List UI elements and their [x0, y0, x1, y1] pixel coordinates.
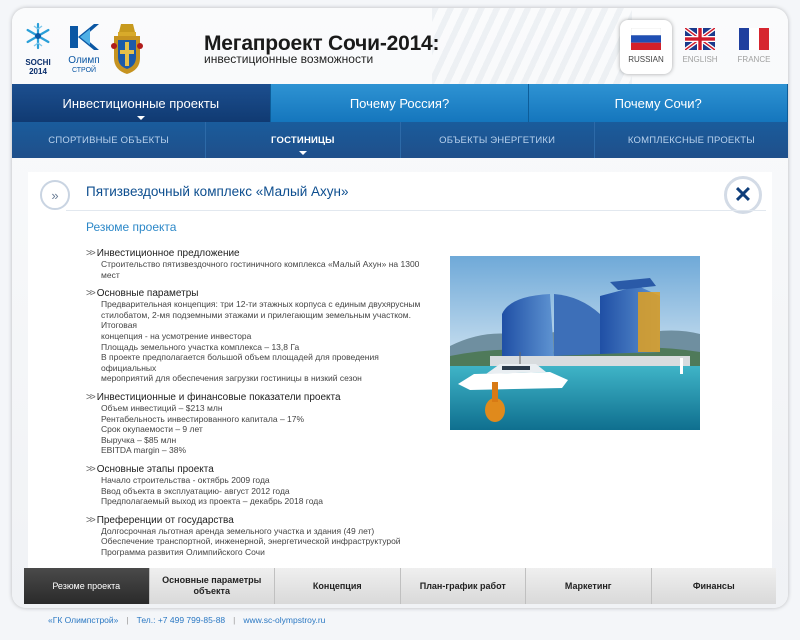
chevron-right-icon: >> [86, 463, 96, 475]
russia-flag-icon [631, 28, 661, 50]
subnav-energy-facilities[interactable]: ОБЪЕКТЫ ЭНЕРГЕТИКИ [401, 122, 595, 158]
block-line: Обеспечение транспортной, инженерной, эн… [101, 536, 401, 547]
block-state-preferences: >> Преференции от государства Долгосрочна… [86, 515, 436, 558]
close-icon: ✕ [733, 182, 753, 207]
block-line: Предполагаемый выход из проекта – декабр… [101, 496, 323, 507]
block-heading: Преференции от государства [96, 514, 234, 526]
olimpstroy-logo: Олимп СТРОЙ [64, 22, 104, 76]
nav-why-sochi[interactable]: Почему Сочи? [529, 84, 788, 122]
block-line: Строительство пятизвездочного гостинично… [101, 259, 420, 280]
lang-english-label: ENGLISH [682, 55, 718, 64]
block-line: Начало строительства - октябрь 2009 года [101, 474, 270, 485]
site-subtitle: инвестиционные возможности [204, 52, 374, 66]
footer: «ГК Олимпстрой» | Тел.: +7 499 799-85-88 | w… [48, 615, 325, 625]
subnav-hotels[interactable]: ГОСТИНИЦЫ [206, 122, 401, 158]
nav-investment-projects[interactable]: Инвестиционные проекты [12, 84, 271, 122]
olimpstroy-logo-subtext: СТРОЙ [71, 67, 97, 74]
title-divider [66, 210, 766, 211]
header-decoration [432, 8, 632, 84]
block-line: Площадь земельного участка комплекса – 1… [101, 341, 300, 352]
block-line: Срок окупаемости – 9 лет [101, 424, 203, 435]
tab-schedule[interactable]: План-график работ [401, 568, 526, 604]
block-line: В проекте предполагается большой объем п… [101, 352, 379, 373]
lang-france[interactable]: FRANCE [728, 20, 780, 74]
footer-site-link[interactable]: www.sc-olympstroy.ru [243, 615, 325, 625]
lang-english[interactable]: ENGLISH [674, 20, 726, 74]
block-line: мероприятий для обеспечения загрузки гос… [101, 373, 362, 384]
uk-flag-icon [685, 28, 715, 50]
snowflake-icon [26, 22, 50, 50]
block-heading: Основные параметры [96, 288, 199, 300]
block-line: Рентабельность инвестированного капитала… [101, 413, 305, 424]
project-title: Пятизвездочный комплекс «Малый Ахун» [86, 184, 349, 199]
header: SOCHI 2014 Олимп СТРОЙ Мегапроект Сочи-2… [12, 8, 788, 84]
double-chevron-right-icon: » [51, 187, 59, 203]
nav-why-russia[interactable]: Почему Россия? [270, 84, 530, 122]
expand-button[interactable]: » [40, 180, 70, 210]
sochi-2014-logo: SOCHI 2014 [22, 18, 54, 80]
footer-separator: | [126, 615, 129, 625]
footer-company-link[interactable]: «ГК Олимпстрой» [48, 615, 118, 625]
block-line: Ввод объекта в эксплуатацию- август 2012… [101, 485, 290, 496]
block-heading: Инвестиционные и финансовые показатели п… [96, 391, 341, 403]
lang-france-label: FRANCE [737, 55, 771, 64]
tab-marketing[interactable]: Маркетинг [526, 568, 652, 604]
block-line: Объем инвестиций – $213 млн [101, 402, 223, 413]
lang-russian[interactable]: RUSSIAN [620, 20, 672, 74]
tab-project-summary[interactable]: Резюме проекта [24, 568, 150, 604]
subnav-sports-facilities[interactable]: СПОРТИВНЫЕ ОБЪЕКТЫ [12, 122, 207, 158]
block-line: Выручка – $85 млн [101, 434, 177, 445]
tab-main-parameters[interactable]: Основные параметры объекта [150, 568, 275, 604]
block-project-stages: >> Основные этапы проекта Начало строител… [86, 464, 436, 507]
france-flag-icon [739, 28, 769, 50]
footer-phone: Тел.: +7 499 799-85-88 [136, 615, 226, 625]
krasnodar-crest-icon [111, 24, 143, 74]
chevron-right-icon: >> [86, 248, 96, 259]
block-financial-indicators: >> Инвестиционные и финансовые показатели… [86, 392, 436, 456]
footer-separator: | [233, 615, 236, 625]
block-line: EBITDA margin – 38% [101, 445, 187, 456]
block-line: Долгосрочная льготная аренда земельного … [101, 525, 375, 536]
subnav-complex-projects[interactable]: КОМПЛЕКСНЫЕ ПРОЕКТЫ [595, 122, 788, 158]
chevron-right-icon: >> [86, 288, 96, 300]
block-line: стилобатом, 2-мя подземными этажами и пр… [101, 309, 411, 331]
sochi-logo-text: SOCHI 2014 [25, 58, 51, 76]
block-heading: Инвестиционное предложение [96, 248, 240, 259]
close-button[interactable]: ✕ [724, 176, 762, 214]
block-line: Программа развития Олимпийского Сочи [101, 546, 265, 557]
chevron-right-icon: >> [86, 514, 96, 526]
sub-nav: СПОРТИВНЫЕ ОБЪЕКТЫ ГОСТИНИЦЫ ОБЪЕКТЫ ЭНЕ… [12, 122, 788, 158]
section-title: Резюме проекта [86, 220, 177, 234]
block-heading: Основные этапы проекта [96, 463, 214, 475]
block-investment-offer: >> Инвестиционное предложение Строительст… [86, 248, 436, 280]
tab-concept[interactable]: Концепция [275, 568, 401, 604]
project-details: >> Инвестиционное предложение Строительст… [86, 248, 436, 565]
chevron-right-icon: >> [86, 391, 96, 403]
tab-finance[interactable]: Финансы [652, 568, 777, 604]
hotel-render-image [450, 256, 700, 430]
lang-russian-label: RUSSIAN [628, 55, 664, 64]
project-tabs: Резюме проекта Основные параметры объект… [24, 568, 776, 604]
olimpstroy-logo-text: Олимп [68, 55, 100, 66]
main-nav: Инвестиционные проекты Почему Россия? По… [12, 84, 788, 122]
olimpstroy-mark-icon [70, 24, 99, 50]
block-line: концепция - на усмотрение инвестора [101, 330, 252, 341]
block-line: Предварительная концепция: три 12-ти эта… [101, 299, 421, 310]
block-main-parameters: >> Основные параметры Предварительная кон… [86, 288, 436, 384]
